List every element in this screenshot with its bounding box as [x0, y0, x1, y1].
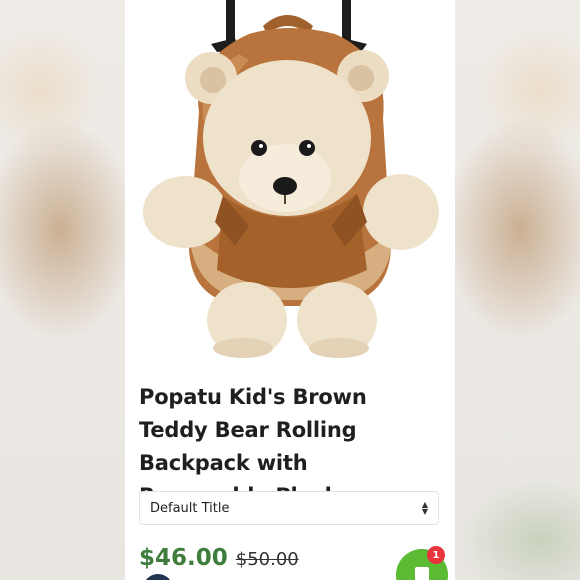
- original-price: $50.00: [235, 549, 299, 570]
- product-image[interactable]: [139, 0, 441, 368]
- price-row: $46.00 $50.00: [139, 545, 299, 571]
- product-page: Popatu Kid's Brown Teddy Bear Rolling Ba…: [125, 0, 455, 580]
- chat-icon[interactable]: [143, 574, 173, 580]
- chevron-up-down-icon: ▲ ▼: [421, 500, 428, 516]
- teddy-backpack-illustration: [143, 0, 439, 358]
- current-price: $46.00: [139, 545, 228, 571]
- shopping-bag-icon: [415, 567, 429, 580]
- cart-count-badge: 1: [427, 546, 445, 564]
- variant-select[interactable]: Default Title ▲ ▼: [139, 491, 439, 525]
- variant-select-value: Default Title: [150, 500, 230, 516]
